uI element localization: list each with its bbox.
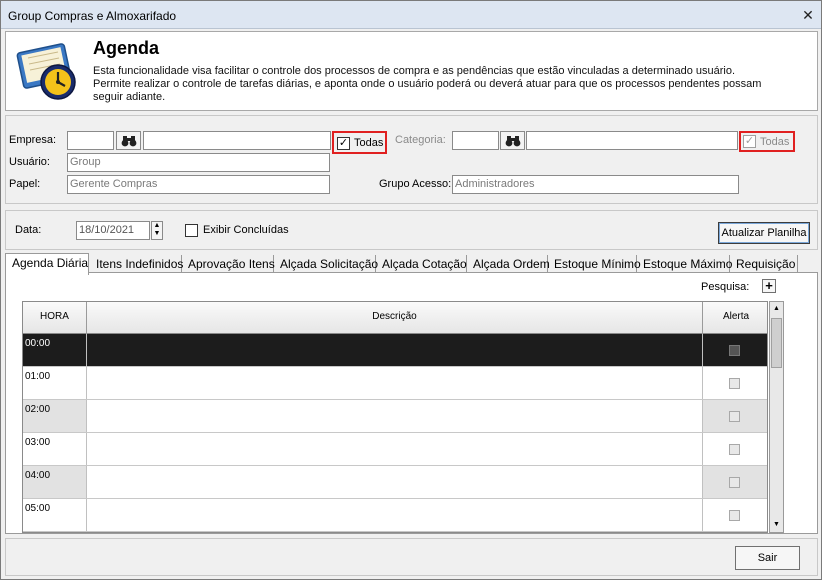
- row-descricao[interactable]: [87, 433, 703, 465]
- spin-up-icon[interactable]: ▲: [152, 222, 162, 230]
- agenda-grid: HORA Descrição Alerta 00:00 01:00 02:00 …: [22, 301, 768, 533]
- todas-empresa-label: Todas: [354, 137, 384, 149]
- table-row[interactable]: 02:00: [23, 400, 767, 433]
- todas-empresa-checkbox[interactable]: ✓: [337, 137, 350, 150]
- grid-header: HORA Descrição Alerta: [23, 302, 767, 334]
- filters-panel: Empresa: ✓ Todas Categoria: ✓ Todas Usuá…: [5, 115, 818, 204]
- row-alerta: [703, 466, 767, 498]
- date-panel: Data: 18/10/2021 ▲ ▼ Exibir Concluídas A…: [5, 210, 818, 250]
- row-descricao[interactable]: [87, 334, 703, 366]
- grupo-acesso-input[interactable]: Administradores: [452, 175, 739, 194]
- alerta-checkbox[interactable]: [729, 510, 740, 521]
- tab-requisicao[interactable]: Requisição: [730, 255, 798, 273]
- row-descricao[interactable]: [87, 499, 703, 531]
- agenda-book-clock-icon: [16, 43, 76, 100]
- usuario-label: Usuário:: [9, 156, 50, 168]
- exibir-concluidas-checkbox[interactable]: [185, 224, 198, 237]
- tab-aprovacao-itens[interactable]: Aprovação Itens: [182, 255, 275, 273]
- scroll-down-icon[interactable]: ▼: [770, 518, 783, 532]
- scroll-up-icon[interactable]: ▲: [770, 302, 783, 316]
- footer-panel: Sair: [5, 538, 818, 576]
- close-icon[interactable]: ✕: [801, 8, 815, 22]
- tab-estoque-minimo[interactable]: Estoque Mínimo: [548, 255, 641, 273]
- row-descricao[interactable]: [87, 400, 703, 432]
- tab-estoque-maximo[interactable]: Estoque Máximo: [637, 255, 732, 273]
- window-title: Group Compras e Almoxarifado: [8, 9, 177, 23]
- description-line-3: seguir adiante.: [93, 91, 166, 103]
- alerta-checkbox[interactable]: [729, 477, 740, 488]
- categoria-search-button[interactable]: [500, 131, 525, 150]
- papel-input[interactable]: Gerente Compras: [67, 175, 330, 194]
- row-hora: 04:00: [23, 466, 87, 498]
- agenda-diaria-panel: Pesquisa: + HORA Descrição Alerta 00:00 …: [5, 272, 818, 534]
- grupo-acesso-label: Grupo Acesso:: [379, 178, 452, 190]
- atualizar-planilha-button[interactable]: Atualizar Planilha: [718, 222, 810, 244]
- categoria-code-input[interactable]: [452, 131, 499, 150]
- row-hora: 02:00: [23, 400, 87, 432]
- todas-categoria-checkbox[interactable]: ✓: [743, 135, 756, 148]
- exibir-concluidas-label: Exibir Concluídas: [203, 224, 289, 236]
- binoculars-icon: [121, 136, 136, 147]
- scroll-thumb[interactable]: [771, 318, 782, 368]
- row-alerta: [703, 334, 767, 366]
- description-line-1: Esta funcionalidade visa facilitar o con…: [93, 65, 736, 77]
- table-row[interactable]: 05:00: [23, 499, 767, 532]
- column-descricao[interactable]: Descrição: [87, 302, 703, 334]
- tab-alcada-ordem[interactable]: Alçada Ordem: [467, 255, 550, 273]
- row-descricao[interactable]: [87, 367, 703, 399]
- column-alerta[interactable]: Alerta: [703, 302, 767, 334]
- row-hora: 01:00: [23, 367, 87, 399]
- data-label: Data:: [15, 224, 42, 236]
- papel-label: Papel:: [9, 178, 41, 190]
- pesquisa-label: Pesquisa:: [701, 281, 750, 293]
- row-hora: 00:00: [23, 334, 87, 366]
- todas-categoria-label: Todas: [760, 136, 790, 148]
- date-spinner[interactable]: ▲ ▼: [151, 221, 163, 240]
- table-row[interactable]: 01:00: [23, 367, 767, 400]
- page-title: Agenda: [93, 38, 160, 58]
- date-input[interactable]: 18/10/2021: [76, 221, 150, 240]
- page-description: Esta funcionalidade visa facilitar o con…: [93, 65, 793, 104]
- usuario-input[interactable]: Group: [67, 153, 330, 172]
- tab-itens-indefinidos[interactable]: Itens Indefinidos: [90, 255, 183, 273]
- spin-down-icon[interactable]: ▼: [152, 230, 162, 238]
- categoria-name-input[interactable]: [526, 131, 738, 150]
- alerta-checkbox[interactable]: [729, 444, 740, 455]
- tab-alcada-solicitacao[interactable]: Alçada Solicitação: [274, 255, 378, 273]
- alerta-checkbox[interactable]: [729, 378, 740, 389]
- row-alerta: [703, 499, 767, 531]
- add-icon[interactable]: +: [762, 279, 776, 293]
- alerta-checkbox[interactable]: [729, 345, 740, 356]
- table-row[interactable]: 00:00: [23, 334, 767, 367]
- row-alerta: [703, 367, 767, 399]
- tab-agenda-diaria[interactable]: Agenda Diária: [5, 253, 89, 275]
- empresa-search-button[interactable]: [116, 131, 141, 150]
- table-row[interactable]: 03:00: [23, 433, 767, 466]
- tab-alcada-cotacao[interactable]: Alçada Cotação: [376, 255, 467, 273]
- row-alerta: [703, 433, 767, 465]
- empresa-label: Empresa:: [9, 134, 57, 146]
- empresa-code-input[interactable]: [67, 131, 114, 150]
- row-alerta: [703, 400, 767, 432]
- sair-button[interactable]: Sair: [735, 546, 800, 570]
- alerta-checkbox[interactable]: [729, 411, 740, 422]
- binoculars-icon: [505, 136, 520, 147]
- empresa-name-input[interactable]: [143, 131, 331, 150]
- row-hora: 03:00: [23, 433, 87, 465]
- app-window: Group Compras e Almoxarifado ✕ Agenda Es…: [0, 0, 822, 580]
- row-hora: 05:00: [23, 499, 87, 531]
- table-row[interactable]: 04:00: [23, 466, 767, 499]
- description-line-2: Permite realizar o controle de tarefas d…: [93, 78, 762, 90]
- row-descricao[interactable]: [87, 466, 703, 498]
- header-panel: Agenda Esta funcionalidade visa facilita…: [5, 31, 818, 111]
- tab-strip: Agenda Diária Itens Indefinidos Aprovaçã…: [5, 253, 818, 275]
- grid-scrollbar[interactable]: ▲ ▼: [769, 301, 784, 533]
- title-bar[interactable]: Group Compras e Almoxarifado ✕: [1, 1, 821, 29]
- categoria-label: Categoria:: [395, 134, 446, 146]
- column-hora[interactable]: HORA: [23, 302, 87, 334]
